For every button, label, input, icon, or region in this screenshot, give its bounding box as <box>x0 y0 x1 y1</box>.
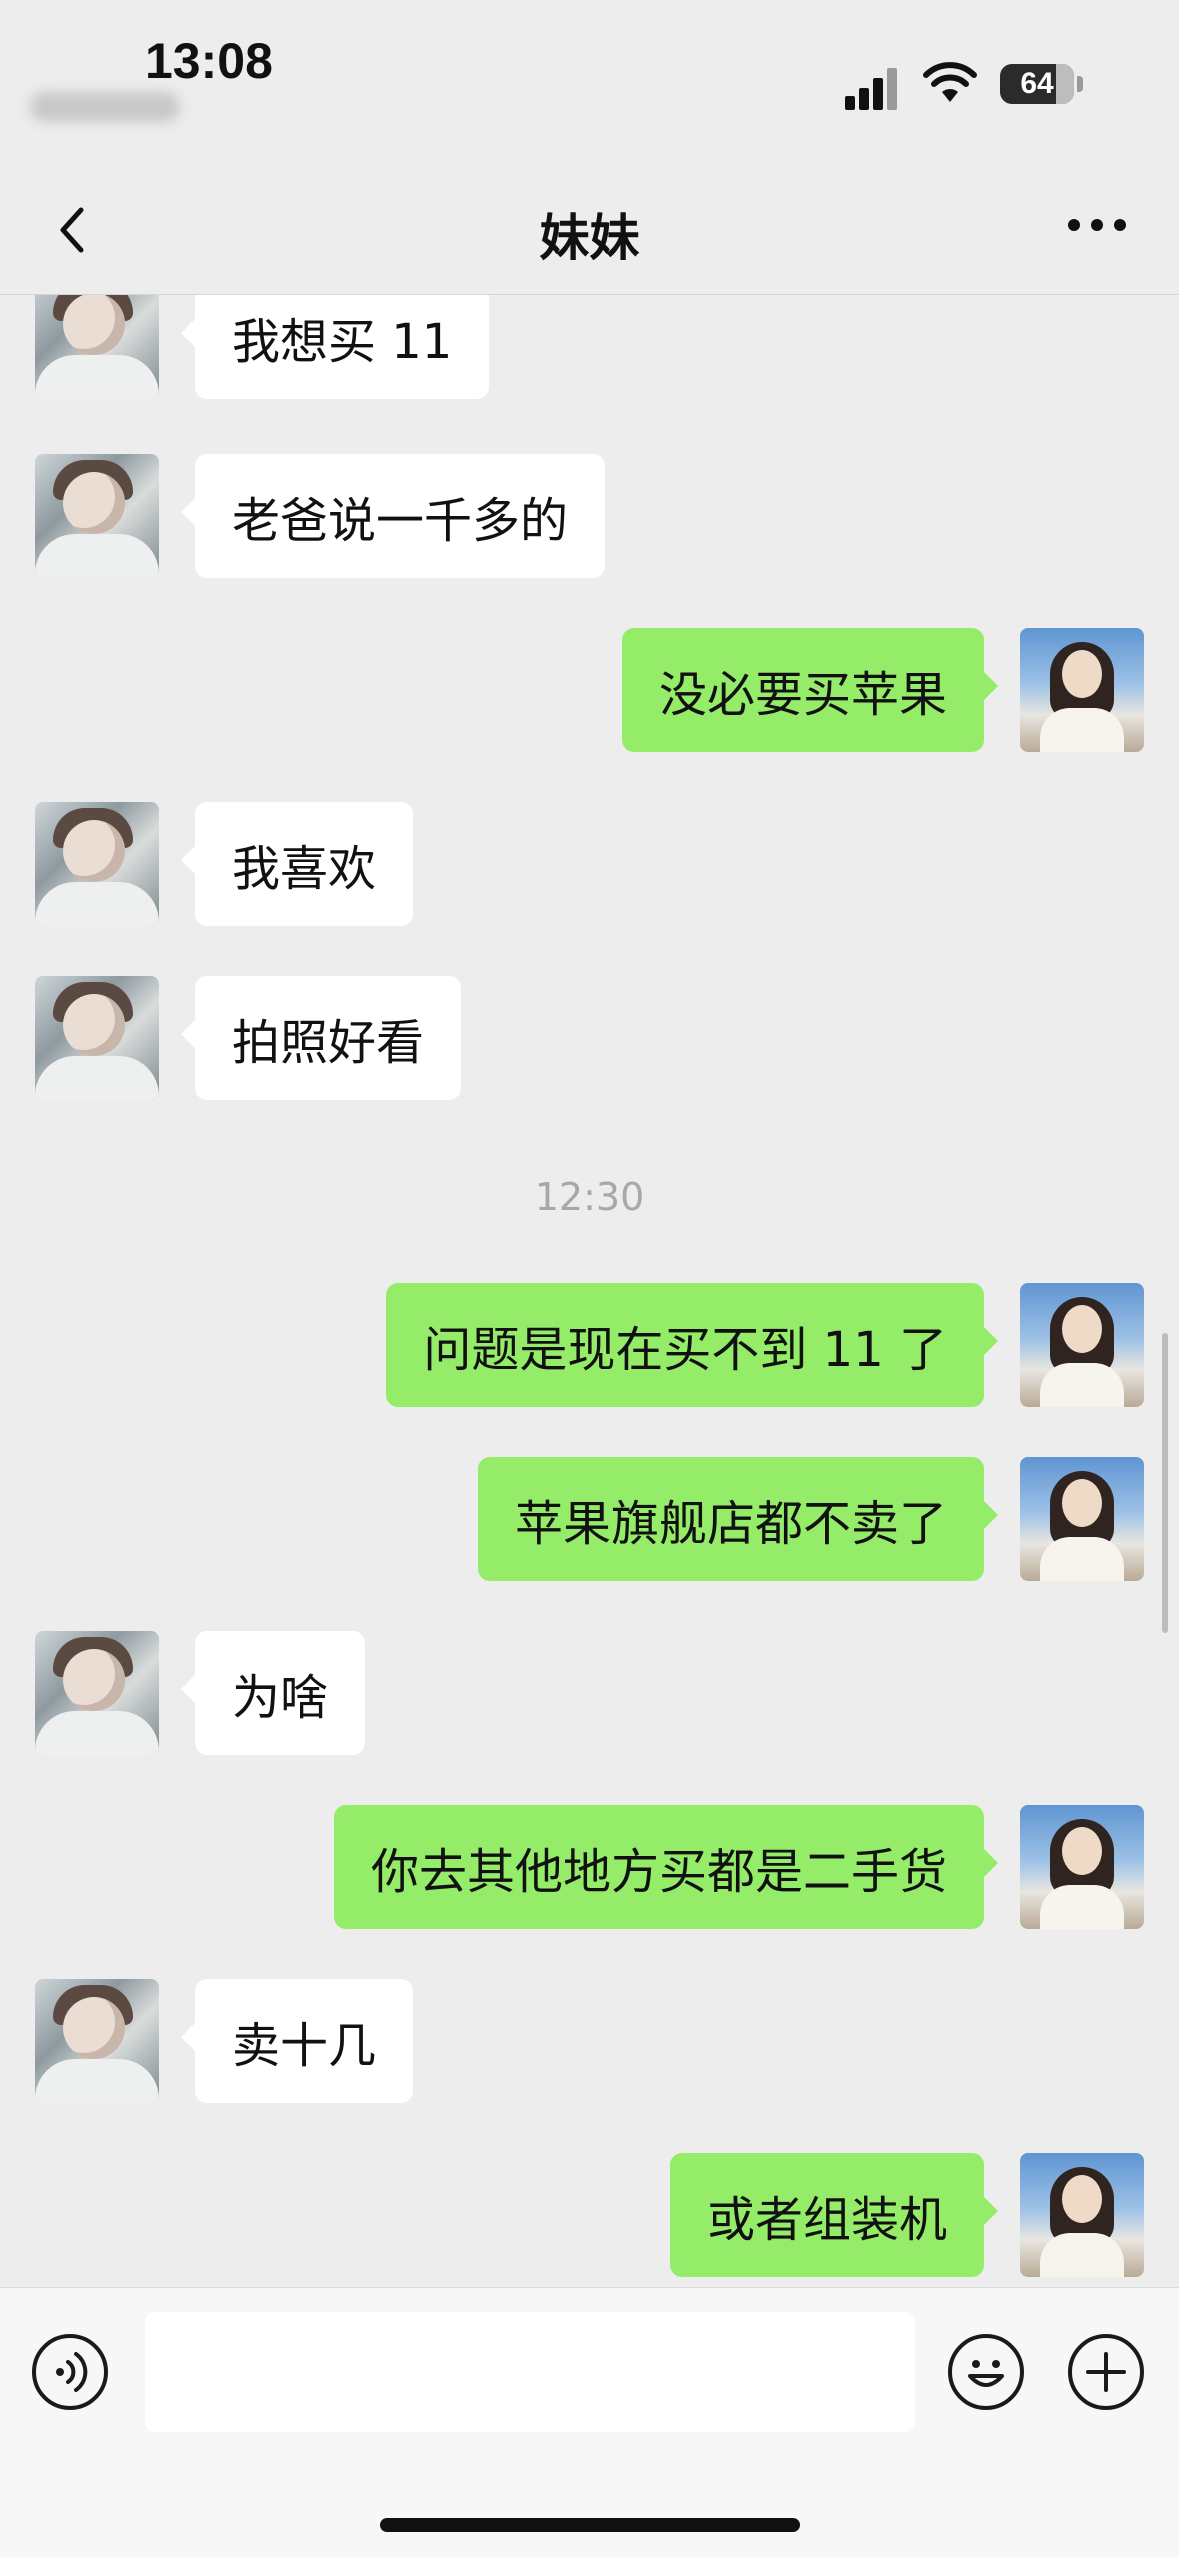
input-toolbar <box>0 2287 1179 2557</box>
message-bubble-received[interactable]: 我喜欢 <box>180 802 414 926</box>
user-avatar[interactable] <box>1020 1457 1144 1581</box>
contact-avatar[interactable] <box>35 802 159 926</box>
message-input[interactable] <box>145 2312 915 2432</box>
chat-header: 妹妹 <box>0 160 1179 295</box>
scrollbar[interactable] <box>1162 1333 1168 1633</box>
message-row: 你去其他地方买都是二手货 <box>0 1805 1179 1929</box>
message-row: 问题是现在买不到 11 了 <box>0 1283 1179 1407</box>
message-row: 我喜欢 <box>0 802 1179 926</box>
chat-title: 妹妹 <box>539 209 640 267</box>
message-row: 为啥 <box>0 1631 1179 1755</box>
contact-avatar[interactable] <box>35 976 159 1100</box>
contact-avatar[interactable] <box>35 1979 159 2103</box>
chat-message-list[interactable]: 我想买 11 老爸说一千多的 没必要买苹果 我喜欢 拍照好看 12:30 问题是… <box>0 295 1179 2285</box>
message-row: 老爸说一千多的 <box>0 454 1179 578</box>
more-icon[interactable] <box>1062 205 1132 245</box>
message-row: 拍照好看 <box>0 976 1179 1100</box>
message-row: 卖十几 <box>0 1979 1179 2103</box>
message-bubble-received[interactable]: 为啥 <box>180 1631 366 1755</box>
contact-avatar[interactable] <box>35 454 159 578</box>
blurred-carrier-label <box>30 92 180 122</box>
battery-cap <box>1077 76 1083 92</box>
plus-icon <box>1086 2352 1126 2392</box>
voice-icon <box>56 2352 88 2392</box>
battery-indicator: 64 <box>1000 64 1074 104</box>
more-functions-button[interactable] <box>1068 2334 1144 2410</box>
user-avatar[interactable] <box>1020 2153 1144 2277</box>
user-avatar[interactable] <box>1020 1805 1144 1929</box>
message-bubble-received[interactable]: 我想买 11 <box>180 295 490 399</box>
cellular-signal-icon <box>845 68 905 110</box>
message-row: 或者组装机 <box>0 2153 1179 2277</box>
wifi-icon <box>923 62 977 102</box>
user-avatar[interactable] <box>1020 628 1144 752</box>
home-indicator[interactable] <box>380 2518 800 2532</box>
status-bar: 13:08 64 <box>0 0 1179 160</box>
message-bubble-sent[interactable]: 你去其他地方买都是二手货 <box>333 1805 999 1929</box>
contact-avatar[interactable] <box>35 295 159 399</box>
battery-level: 64 <box>1020 67 1054 100</box>
message-row: 苹果旗舰店都不卖了 <box>0 1457 1179 1581</box>
message-bubble-sent[interactable]: 问题是现在买不到 11 了 <box>386 1283 998 1407</box>
voice-input-button[interactable] <box>32 2334 108 2410</box>
message-bubble-sent[interactable]: 或者组装机 <box>669 2153 999 2277</box>
contact-avatar[interactable] <box>35 1631 159 1755</box>
status-time: 13:08 <box>145 33 273 89</box>
message-row: 没必要买苹果 <box>0 628 1179 752</box>
message-timestamp: 12:30 <box>534 1175 645 1219</box>
message-row: 我想买 11 <box>0 295 1179 399</box>
message-bubble-received[interactable]: 卖十几 <box>180 1979 414 2103</box>
message-bubble-sent[interactable]: 没必要买苹果 <box>621 628 999 752</box>
message-bubble-received[interactable]: 拍照好看 <box>180 976 462 1100</box>
message-bubble-received[interactable]: 老爸说一千多的 <box>180 454 606 578</box>
message-bubble-sent[interactable]: 苹果旗舰店都不卖了 <box>477 1457 999 1581</box>
emoji-icon <box>968 2360 1004 2387</box>
emoji-button[interactable] <box>948 2334 1024 2410</box>
user-avatar[interactable] <box>1020 1283 1144 1407</box>
